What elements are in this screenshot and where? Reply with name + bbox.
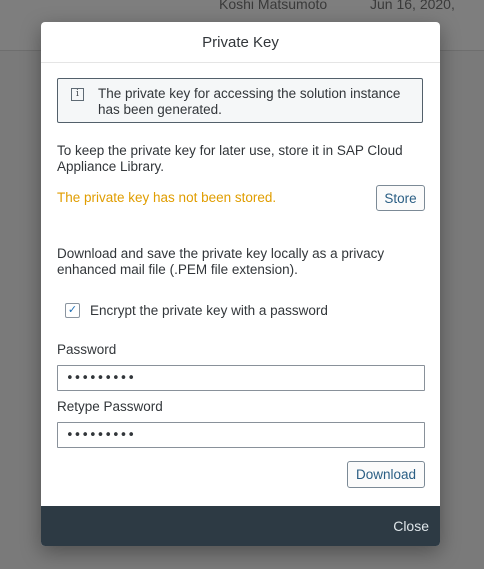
dialog-title: Private Key (202, 33, 279, 51)
retype-password-field[interactable] (57, 422, 425, 448)
background-owner-name: Koshi Matsumoto (219, 0, 328, 12)
dialog-header: Private Key (41, 22, 440, 63)
dialog-footer: Close (41, 506, 440, 546)
encrypt-checkbox-row[interactable]: ✓ Encrypt the private key with a passwor… (65, 302, 328, 319)
store-instructions: To keep the private key for later use, s… (57, 143, 403, 174)
not-stored-warning: The private key has not been stored. (57, 190, 277, 205)
password-field[interactable] (57, 365, 425, 391)
encrypt-checkbox-label[interactable]: Encrypt the private key with a password (90, 303, 328, 318)
store-button[interactable]: Store (376, 185, 425, 211)
encrypt-checkbox[interactable]: ✓ (65, 303, 80, 318)
info-icon: i (71, 88, 84, 101)
retype-password-label: Retype Password (57, 399, 163, 414)
info-message-strip: i The private key for accessing the solu… (57, 78, 423, 123)
private-key-dialog: Private Key i The private key for access… (41, 22, 440, 546)
checkmark-icon: ✓ (67, 304, 78, 316)
download-button[interactable]: Download (347, 461, 425, 488)
info-message-text: The private key for accessing the soluti… (98, 86, 401, 117)
download-instructions: Download and save the private key locall… (57, 246, 385, 277)
password-label: Password (57, 342, 117, 357)
background-created-date: Jun 16, 2020, (370, 0, 455, 12)
close-button[interactable]: Close (393, 518, 429, 534)
